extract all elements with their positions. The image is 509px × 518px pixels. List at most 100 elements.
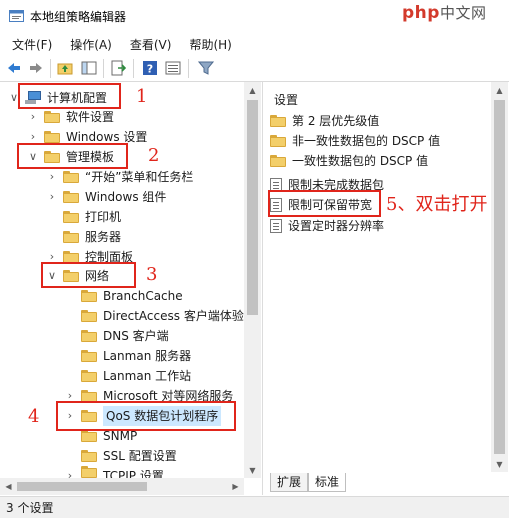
policy-setting-icon [270, 219, 282, 233]
status-bar [0, 496, 509, 518]
tree-item-server[interactable]: 服务器 [46, 227, 121, 247]
toolbar-separator [50, 59, 51, 78]
settings-column-header[interactable]: 设置 [274, 91, 298, 108]
tree-item-lanman-workstation[interactable]: Lanman 工作站 [64, 366, 191, 386]
setting-label: 一致性数据包的 DSCP 值 [292, 154, 429, 168]
tab-standard[interactable]: 标准 [308, 473, 347, 492]
help-icon[interactable]: ? [142, 60, 158, 76]
toolbar: ? [0, 56, 509, 82]
annotation-box-1 [18, 83, 121, 109]
tree-item-label: 软件设置 [66, 110, 115, 124]
annotation-number-3: 3 [146, 264, 158, 285]
watermark-suffix: 中文网 [439, 4, 487, 22]
annotation-number-1: 1 [136, 86, 148, 107]
tab-extended[interactable]: 扩展 [270, 473, 309, 492]
tree-item-label: Lanman 服务器 [103, 349, 192, 363]
svg-text:?: ? [147, 63, 153, 76]
folder-icon [270, 155, 286, 167]
scroll-up-icon[interactable]: ▲ [244, 86, 261, 95]
tree-item-label: Lanman 工作站 [103, 369, 192, 383]
tree-item-dns-client[interactable]: DNS 客户端 [64, 326, 169, 346]
tree-item-label: 服务器 [85, 230, 122, 244]
folder-icon [270, 135, 286, 147]
settings-scroll-thumb[interactable] [494, 100, 505, 454]
folder-icon [81, 290, 97, 302]
menu-file[interactable]: 文件(F) [0, 36, 61, 53]
annotation-step-5: 5、双击打开 [386, 194, 488, 215]
scroll-up-icon[interactable]: ▲ [491, 86, 508, 95]
tree-scroll-thumb[interactable] [247, 100, 258, 315]
tree-item-directaccess[interactable]: DirectAccess 客户端体验设 [64, 306, 256, 326]
folder-icon [44, 111, 60, 123]
chevron-right-icon[interactable]: › [27, 107, 39, 127]
menu-action[interactable]: 操作(A) [61, 36, 121, 53]
tree-item-label: “开始”菜单和任务栏 [85, 170, 194, 184]
tree-item-windows-components[interactable]: › Windows 组件 [46, 187, 167, 207]
status-text: 3 个设置 [6, 501, 54, 515]
view-tabs: 扩展 标准 [270, 473, 347, 493]
policy-editor-icon [9, 10, 24, 22]
annotation-box-4 [56, 401, 236, 431]
menu-help[interactable]: 帮助(H) [180, 36, 240, 53]
setting-nonconforming-dscp[interactable]: 非一致性数据包的 DSCP 值 [270, 131, 440, 151]
annotation-box-2 [17, 143, 128, 169]
scroll-down-icon[interactable]: ▼ [491, 460, 508, 469]
tree-item-label: 打印机 [85, 210, 122, 224]
tree-item-label: DirectAccess 客户端体验设 [103, 309, 256, 323]
setting-timer-resolution[interactable]: 设置定时器分辨率 [270, 216, 384, 236]
folder-icon [63, 171, 79, 183]
setting-label: 设置定时器分辨率 [288, 219, 385, 233]
tree-hscroll-thumb[interactable] [17, 482, 147, 491]
setting-label: 第 2 层优先级值 [292, 114, 380, 128]
tree-item-label: SSL 配置设置 [103, 449, 177, 463]
folder-icon [81, 466, 97, 478]
annotation-box-3 [41, 262, 136, 288]
folder-icon [63, 211, 79, 223]
toolbar-separator [188, 59, 189, 78]
properties-view-icon[interactable] [165, 60, 181, 76]
chevron-right-icon[interactable]: › [64, 466, 76, 478]
folder-icon [81, 430, 97, 442]
show-hide-tree-icon[interactable] [81, 60, 97, 76]
folder-icon [81, 310, 97, 322]
scroll-left-icon[interactable]: ◀ [0, 482, 17, 491]
scroll-down-icon[interactable]: ▼ [244, 466, 261, 475]
window-title: 本地组策略编辑器 [30, 10, 127, 24]
tree-item-lanman-server[interactable]: Lanman 服务器 [64, 346, 191, 366]
export-list-icon[interactable] [110, 60, 126, 76]
folder-icon [270, 115, 286, 127]
chevron-right-icon[interactable]: › [46, 167, 58, 187]
annotation-number-4: 4 [28, 406, 40, 427]
tree-item-label: DNS 客户端 [103, 329, 169, 343]
tree-item-software-settings[interactable]: › 软件设置 [27, 107, 114, 127]
back-arrow-icon[interactable] [6, 60, 22, 76]
folder-icon [81, 370, 97, 382]
setting-conforming-dscp[interactable]: 一致性数据包的 DSCP 值 [270, 151, 428, 171]
forward-arrow-icon[interactable] [28, 60, 44, 76]
menu-view[interactable]: 查看(V) [121, 36, 181, 53]
tree-item-label: TCPIP 设置 [103, 469, 164, 478]
folder-icon [44, 131, 60, 143]
menu-bar: 文件(F) 操作(A) 查看(V) 帮助(H) [0, 33, 509, 55]
tree-item-printers[interactable]: 打印机 [46, 207, 121, 227]
tree-item-start-menu-taskbar[interactable]: › “开始”菜单和任务栏 [46, 167, 194, 187]
up-folder-icon[interactable] [57, 60, 73, 76]
folder-icon [81, 450, 97, 462]
setting-layer2-priority[interactable]: 第 2 层优先级值 [270, 111, 379, 131]
toolbar-separator [133, 59, 134, 78]
folder-icon [81, 350, 97, 362]
tree-item-label: Windows 组件 [85, 190, 167, 204]
watermark-brand: php [402, 3, 440, 23]
tree-item-ssl-config[interactable]: SSL 配置设置 [64, 446, 177, 466]
toolbar-separator [103, 59, 104, 78]
tree-item-label: BranchCache [103, 289, 183, 303]
filter-icon[interactable] [198, 60, 214, 76]
annotation-number-2: 2 [148, 145, 160, 166]
chevron-right-icon[interactable]: › [46, 187, 58, 207]
folder-icon [81, 330, 97, 342]
tree-item-branchcache[interactable]: BranchCache [64, 286, 183, 306]
annotation-box-5 [268, 190, 381, 217]
tree-item-tcpip-settings[interactable]: › TCPIP 设置 [64, 466, 164, 478]
folder-icon [63, 231, 79, 243]
scroll-right-icon[interactable]: ▶ [227, 482, 244, 491]
